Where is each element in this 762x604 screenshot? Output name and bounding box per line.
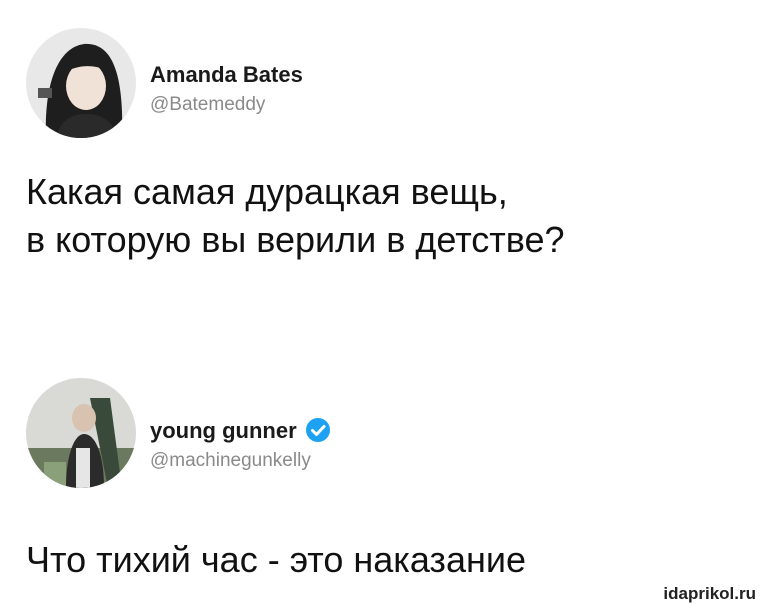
tweet-text-line: Какая самая дурацкая вещь, bbox=[26, 171, 508, 212]
author-name-text[interactable]: young gunner bbox=[150, 418, 297, 443]
author-handle[interactable]: @Batemeddy bbox=[150, 94, 265, 116]
tweet-text-line: в которую вы верили в детстве? bbox=[26, 219, 565, 260]
tweet-text: Какая самая дурацкая вещь, в которую вы … bbox=[26, 168, 565, 264]
tweet-text: Что тихий час - это наказание bbox=[26, 536, 526, 584]
verified-badge-icon bbox=[305, 417, 331, 443]
avatar[interactable] bbox=[26, 28, 136, 138]
author-handle[interactable]: @machinegunkelly bbox=[150, 450, 311, 472]
tweet-card: Amanda Bates @Batemeddy Какая самая дура… bbox=[0, 28, 762, 260]
tweet-text-line: Что тихий час - это наказание bbox=[26, 539, 526, 580]
author-name[interactable]: young gunner bbox=[150, 418, 331, 444]
tweet-card: young gunner @machinegunkelly Что тихий … bbox=[0, 378, 762, 580]
tweet-header: young gunner @machinegunkelly bbox=[0, 378, 762, 488]
watermark: idaprikol.ru bbox=[663, 584, 756, 603]
author-name[interactable]: Amanda Bates bbox=[150, 62, 303, 88]
tweet-header: Amanda Bates @Batemeddy bbox=[0, 28, 762, 138]
avatar[interactable] bbox=[26, 378, 136, 488]
